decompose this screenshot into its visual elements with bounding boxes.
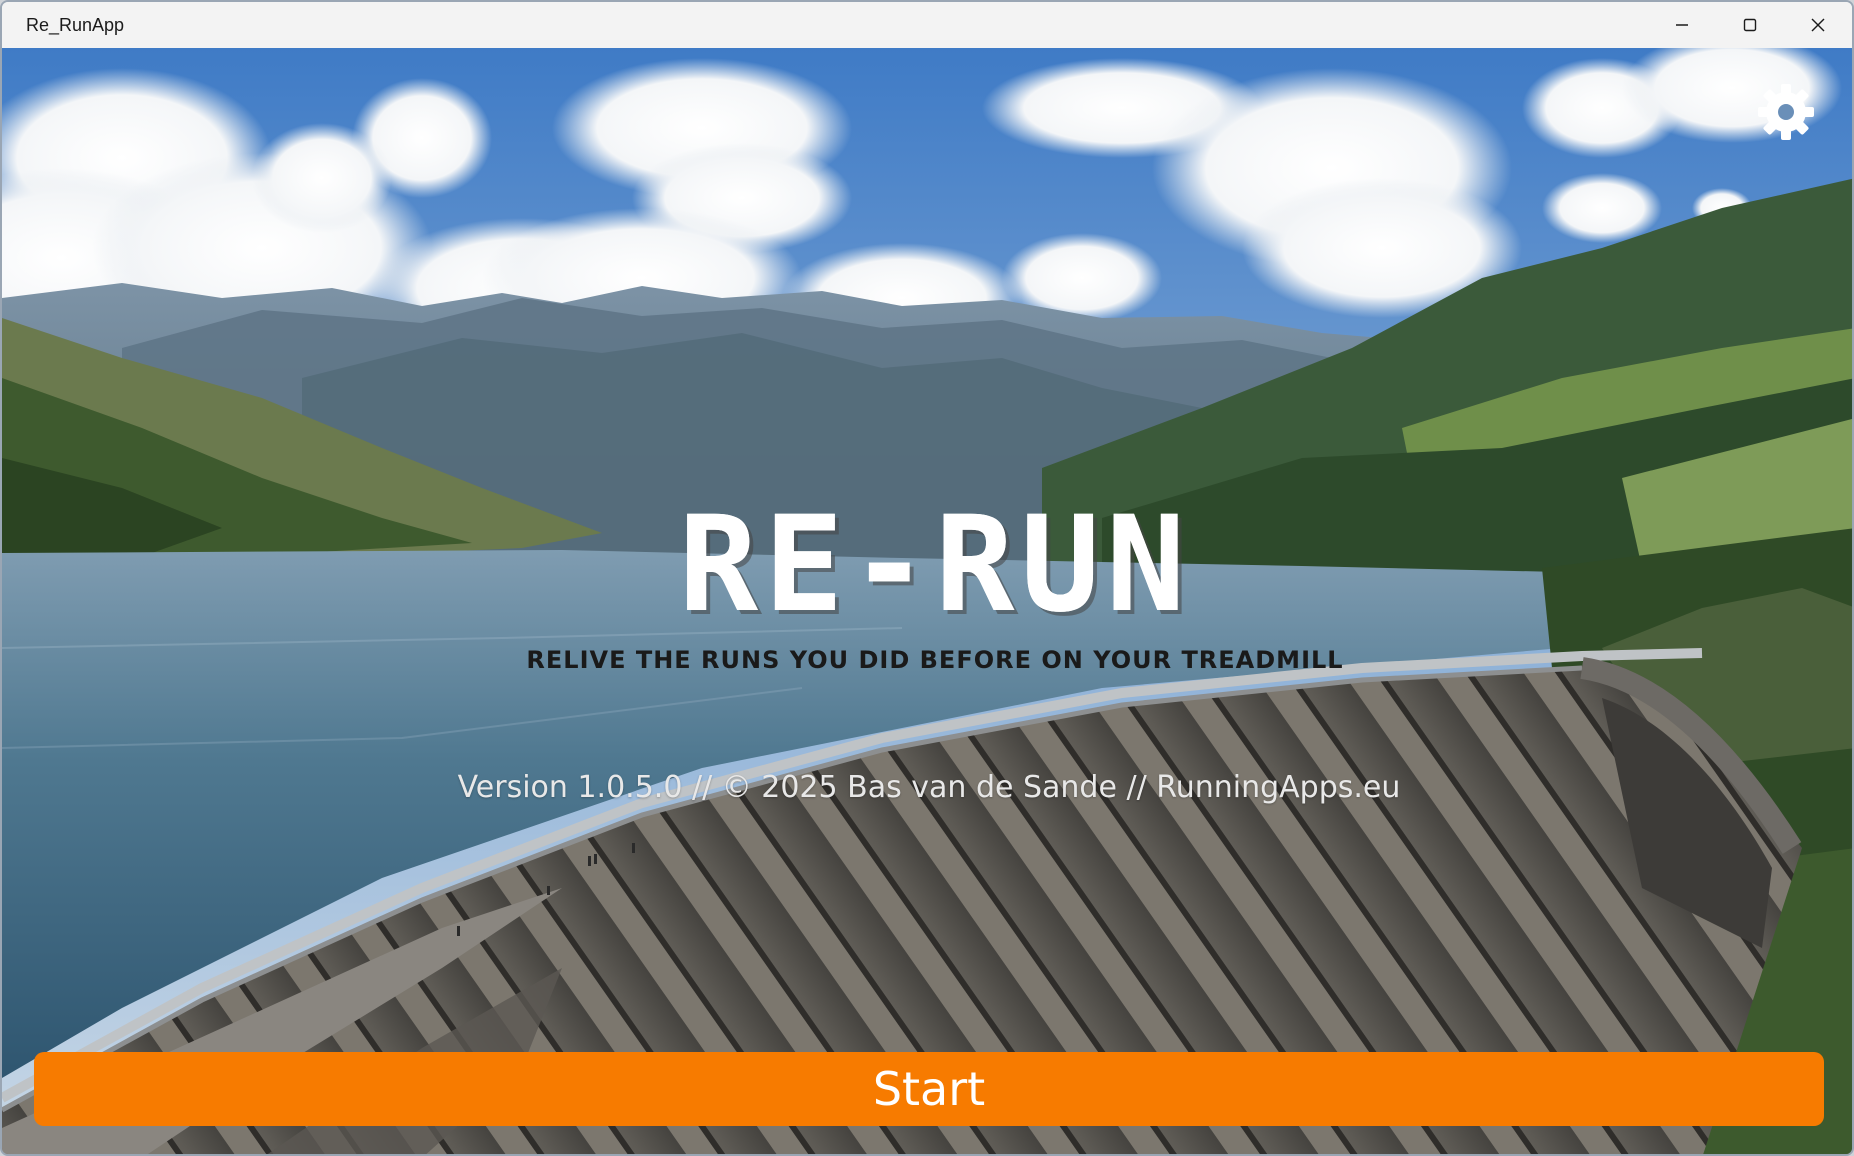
title-bar[interactable]: Re_RunApp (2, 2, 1852, 48)
version-info: Version 1.0.5.0 // © 2025 Bas van de San… (2, 770, 1852, 805)
main-content: RE-RUN RELIVE THE RUNS YOU DID BEFORE ON… (2, 48, 1852, 1154)
maximize-icon (1743, 18, 1757, 32)
tagline-text: RELIVE THE RUNS YOU DID BEFORE ON YOUR T… (526, 646, 1344, 674)
maximize-button[interactable] (1716, 2, 1784, 48)
close-icon (1811, 18, 1825, 32)
app-logo-title: RE-RUN (2, 488, 1852, 642)
tagline: RELIVE THE RUNS YOU DID BEFORE ON YOUR T… (2, 646, 1852, 674)
version-text: Version 1.0.5.0 // © 2025 Bas van de San… (457, 770, 1401, 805)
close-button[interactable] (1784, 2, 1852, 48)
settings-gear-icon[interactable] (1754, 80, 1818, 144)
minimize-icon (1676, 24, 1688, 26)
window-title: Re_RunApp (26, 15, 125, 35)
logo-text: RE-RUN (678, 488, 1192, 642)
minimize-button[interactable] (1648, 2, 1716, 48)
start-button[interactable]: Start (34, 1052, 1824, 1126)
app-window: Re_RunApp RE-RUN RELIVE THE RUNS YOU DID… (0, 0, 1854, 1156)
